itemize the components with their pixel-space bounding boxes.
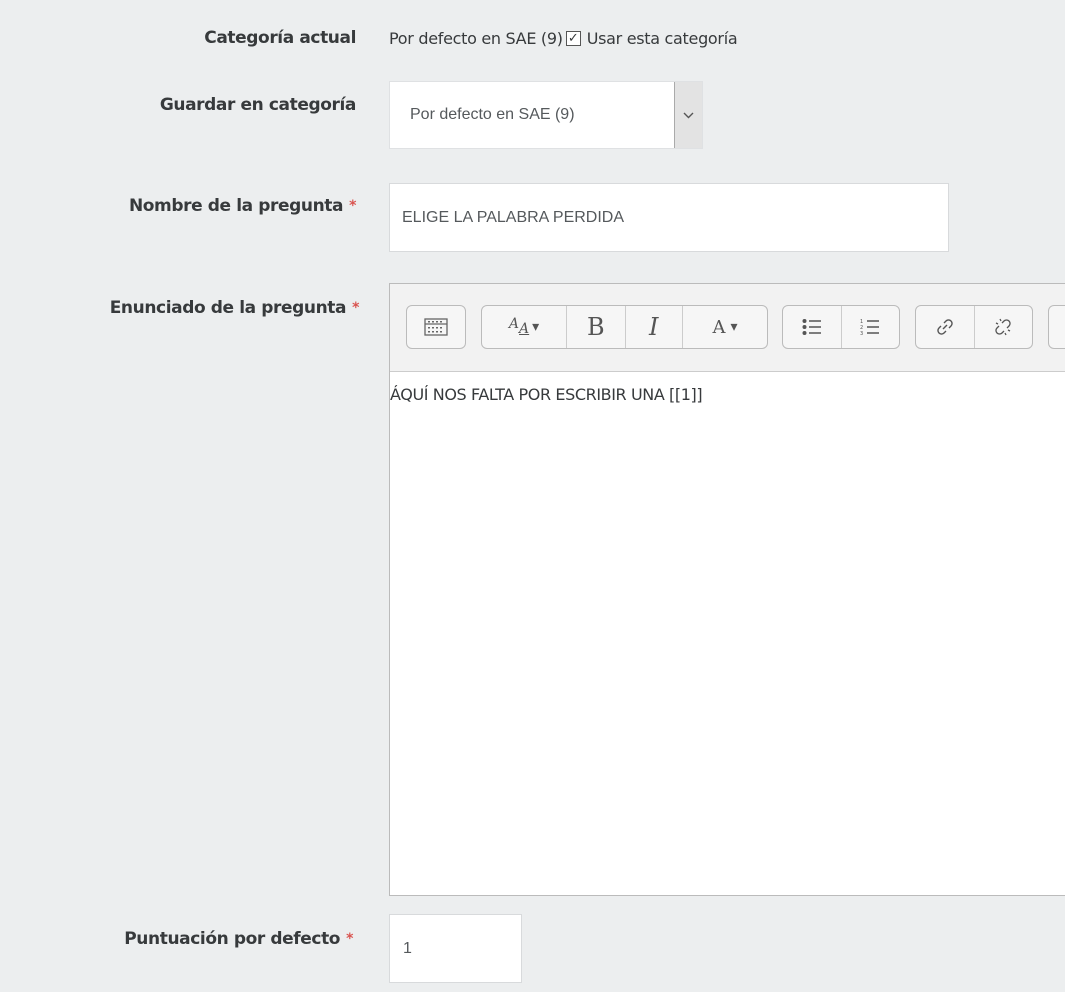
- chevron-down-icon[interactable]: [674, 82, 702, 148]
- default-mark-input[interactable]: 1: [389, 914, 522, 983]
- unlink-button[interactable]: [975, 306, 1033, 348]
- required-icon: *: [346, 931, 353, 947]
- question-text-editor[interactable]: A A ▾ B I A ▾ 1 2 3 ÁQUÍ NOS FALTA POR E…: [389, 283, 1065, 896]
- bold-button[interactable]: B: [567, 306, 626, 348]
- save-category-selected: Por defecto en SAE (9): [410, 106, 575, 123]
- ordered-list-button[interactable]: 123: [842, 306, 900, 348]
- toolbar-group-style: A A ▾ B I A ▾: [481, 305, 768, 349]
- toolbar-group-links: [915, 305, 1033, 349]
- paragraph-styles-button[interactable]: A A ▾: [482, 306, 568, 348]
- question-name-label: Nombre de la pregunta *: [128, 196, 356, 216]
- caret-down-icon: ▾: [532, 319, 540, 335]
- toolbar-group-more: [1048, 305, 1065, 349]
- italic-button[interactable]: I: [626, 306, 683, 348]
- svg-text:3: 3: [860, 331, 863, 336]
- bold-icon: B: [586, 313, 605, 341]
- unlink-icon: [995, 318, 1011, 336]
- italic-icon: I: [648, 313, 659, 341]
- save-category-select[interactable]: Por defecto en SAE (9): [389, 81, 703, 149]
- link-button[interactable]: [916, 306, 975, 348]
- unordered-list-button[interactable]: [783, 306, 842, 348]
- question-name-input[interactable]: ELIGE LA PALABRA PERDIDA: [389, 183, 949, 252]
- media-button[interactable]: [1049, 306, 1065, 348]
- toolbar-group-collapse: [406, 305, 466, 349]
- show-more-icon[interactable]: [407, 306, 465, 348]
- current-category-value: Por defecto en SAE (9): [389, 29, 563, 48]
- use-category-label: Usar esta categoría: [586, 29, 738, 48]
- use-category-checkbox[interactable]: ✓: [565, 31, 581, 46]
- numbered-list-icon: 123: [860, 319, 880, 336]
- caret-down-icon: ▾: [730, 319, 738, 335]
- toolbar-group-lists: 123: [782, 305, 900, 349]
- link-icon: [937, 319, 953, 335]
- required-icon: *: [349, 198, 356, 214]
- font-color-button[interactable]: A ▾: [683, 306, 767, 348]
- save-category-label: Guardar en categoría: [159, 95, 357, 115]
- font-style-icon: A: [508, 316, 520, 332]
- editor-content[interactable]: ÁQUÍ NOS FALTA POR ESCRIBIR UNA [[1]]: [390, 372, 1065, 404]
- current-category-row: Por defecto en SAE (9) ✓ Usar esta categ…: [389, 29, 738, 48]
- font-style-icon-sub: A: [519, 321, 530, 337]
- bullet-list-icon: [802, 319, 821, 335]
- required-icon: *: [352, 300, 359, 316]
- default-mark-label: Puntuación por defecto *: [124, 929, 353, 949]
- question-text-label: Enunciado de la pregunta *: [109, 298, 360, 318]
- font-color-icon: A: [712, 316, 726, 338]
- current-category-label: Categoría actual: [204, 28, 356, 48]
- editor-toolbar: A A ▾ B I A ▾ 1 2 3: [390, 284, 1065, 372]
